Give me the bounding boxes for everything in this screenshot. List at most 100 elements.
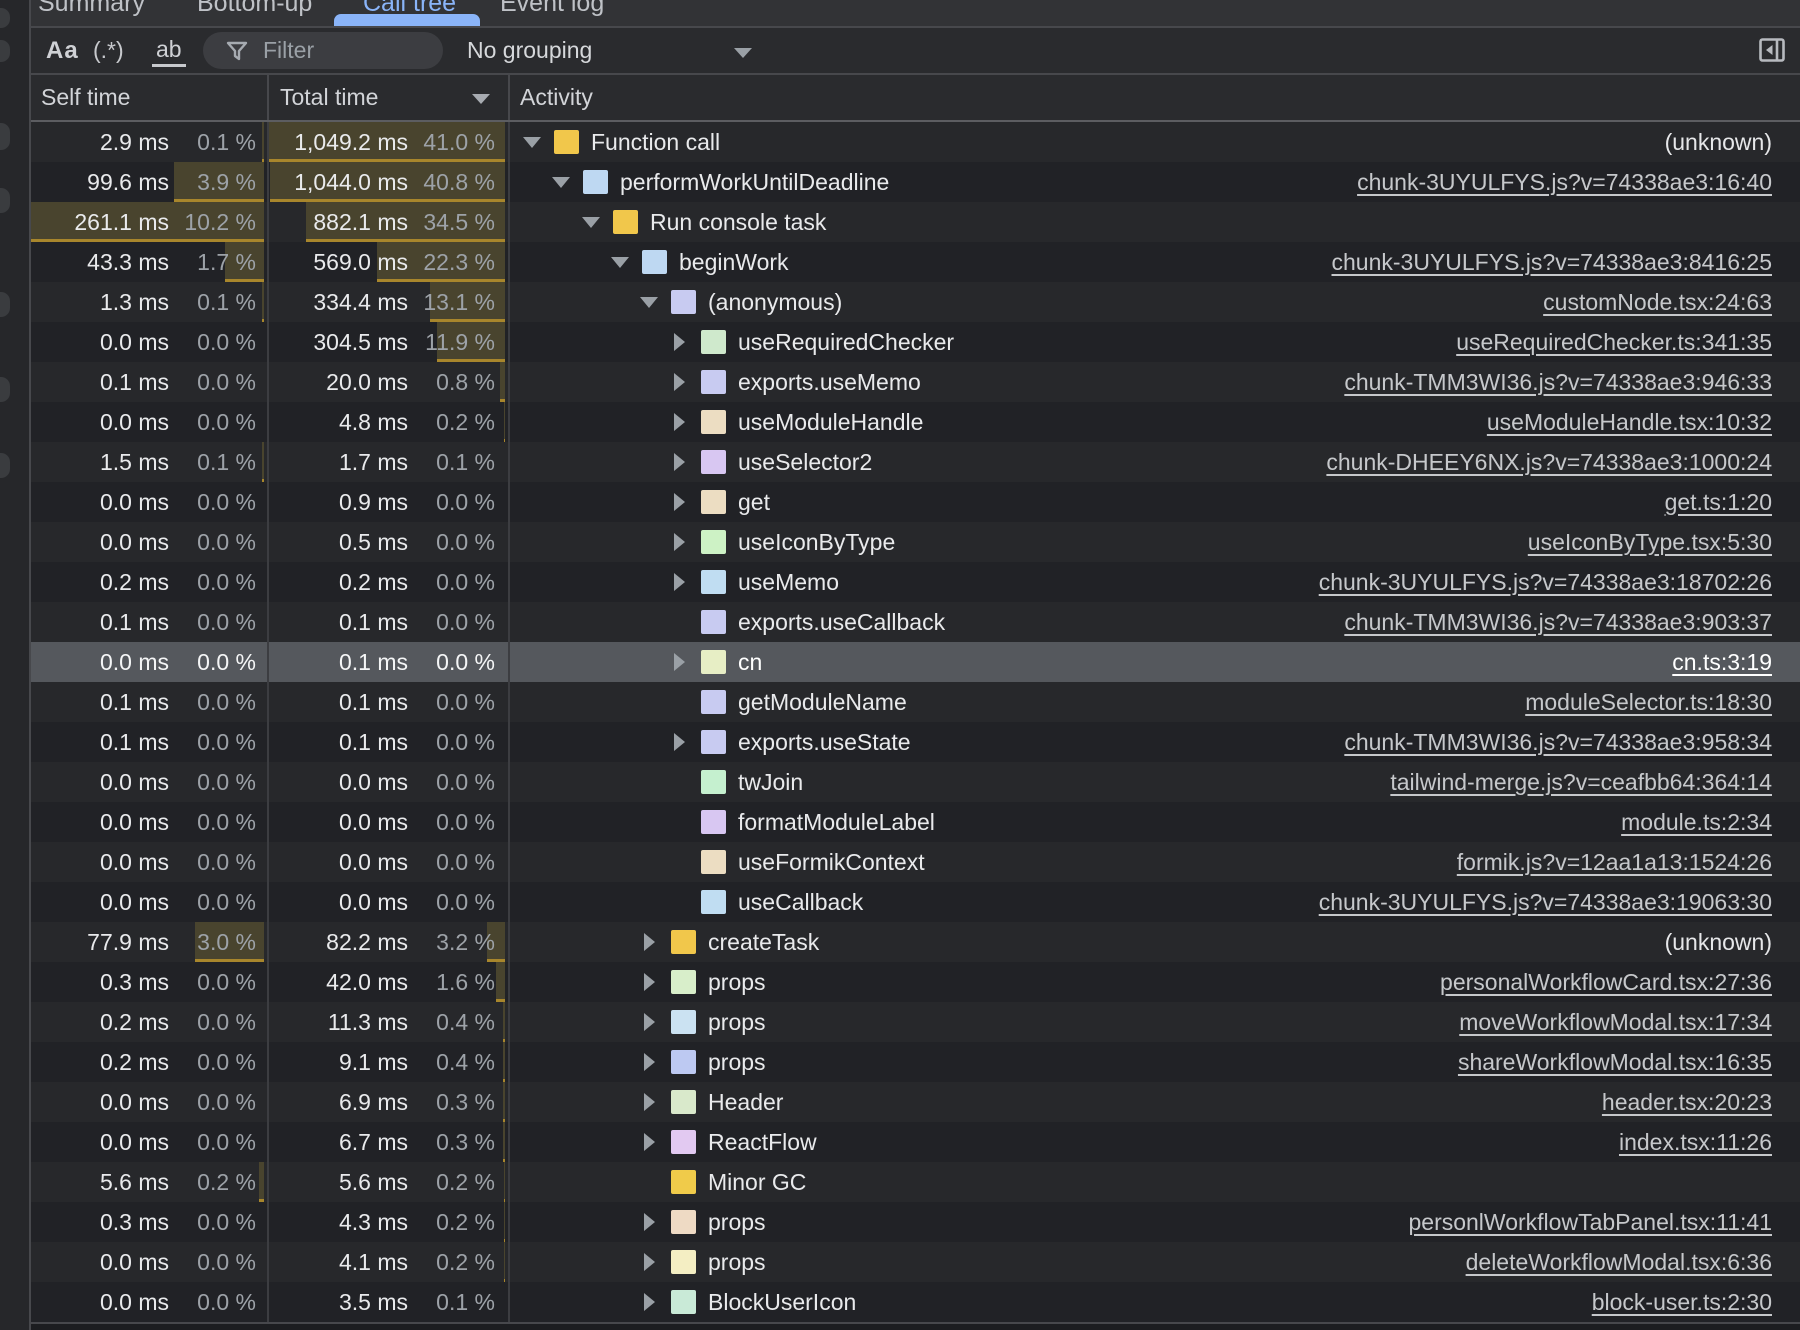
tree-row[interactable]: 0.3 ms0.0 %4.3 ms0.2 %propspersonlWorkfl… xyxy=(31,1202,1800,1242)
tree-row[interactable]: 1.3 ms0.1 %334.4 ms13.1 %(anonymous)cust… xyxy=(31,282,1800,322)
filter-input[interactable] xyxy=(261,36,425,65)
expand-closed-arrow-icon[interactable] xyxy=(640,1253,658,1271)
percent-value: 3.0 % xyxy=(169,929,256,956)
tree-row[interactable]: 0.2 ms0.0 %9.1 ms0.4 %propsshareWorkflow… xyxy=(31,1042,1800,1082)
expand-closed-arrow-icon[interactable] xyxy=(670,333,688,351)
source-location-link[interactable]: chunk-3UYULFYS.js?v=74338ae3:18702:26 xyxy=(1319,569,1800,596)
source-location-link[interactable]: chunk-3UYULFYS.js?v=74338ae3:8416:25 xyxy=(1332,249,1800,276)
tree-row[interactable]: 0.1 ms0.0 %0.1 ms0.0 %getModuleNamemodul… xyxy=(31,682,1800,722)
tree-row[interactable]: 0.0 ms0.0 %0.9 ms0.0 %getget.ts:1:20 xyxy=(31,482,1800,522)
tree-row[interactable]: 2.9 ms0.1 %1,049.2 ms41.0 %Function call… xyxy=(31,122,1800,162)
source-location-link[interactable]: customNode.tsx:24:63 xyxy=(1543,289,1800,316)
source-location-link[interactable]: cn.ts:3:19 xyxy=(1672,649,1800,676)
source-location-link[interactable]: get.ts:1:20 xyxy=(1665,489,1800,516)
expand-closed-arrow-icon[interactable] xyxy=(640,1013,658,1031)
tree-row[interactable]: 0.0 ms0.0 %6.9 ms0.3 %Headerheader.tsx:2… xyxy=(31,1082,1800,1122)
tree-row[interactable]: 77.9 ms3.0 %82.2 ms3.2 %createTask(unkno… xyxy=(31,922,1800,962)
tree-row[interactable]: 1.5 ms0.1 %1.7 ms0.1 %useSelector2chunk-… xyxy=(31,442,1800,482)
source-location-link[interactable]: moveWorkflowModal.tsx:17:34 xyxy=(1459,1009,1800,1036)
tab-summary[interactable]: Summary xyxy=(38,0,145,18)
source-location-link[interactable]: chunk-TMM3WI36.js?v=74338ae3:946:33 xyxy=(1344,369,1800,396)
regex-button[interactable]: (.*) xyxy=(93,28,124,73)
expand-closed-arrow-icon[interactable] xyxy=(670,413,688,431)
self-time-cell: 0.0 ms0.0 % xyxy=(31,522,269,562)
tab-bottom-up[interactable]: Bottom-up xyxy=(197,0,312,18)
expand-closed-arrow-icon[interactable] xyxy=(640,1053,658,1071)
category-swatch-icon xyxy=(642,250,667,274)
column-header-self-time[interactable]: Self time xyxy=(31,75,269,120)
expand-open-arrow-icon[interactable] xyxy=(552,173,570,191)
tree-row[interactable]: 0.0 ms0.0 %0.5 ms0.0 %useIconByTypeuseIc… xyxy=(31,522,1800,562)
tree-row[interactable]: 0.0 ms0.0 %6.7 ms0.3 %ReactFlowindex.tsx… xyxy=(31,1122,1800,1162)
tree-row[interactable]: 0.3 ms0.0 %42.0 ms1.6 %propspersonalWork… xyxy=(31,962,1800,1002)
expand-closed-arrow-icon[interactable] xyxy=(640,1213,658,1231)
expand-open-arrow-icon[interactable] xyxy=(640,293,658,311)
expand-closed-arrow-icon[interactable] xyxy=(640,1093,658,1111)
grouping-select[interactable]: No grouping xyxy=(467,28,592,73)
tree-row[interactable]: 0.0 ms0.0 %4.8 ms0.2 %useModuleHandleuse… xyxy=(31,402,1800,442)
expand-closed-arrow-icon[interactable] xyxy=(670,733,688,751)
tree-row[interactable]: 0.0 ms0.0 %0.0 ms0.0 %formatModuleLabelm… xyxy=(31,802,1800,842)
expand-closed-arrow-icon[interactable] xyxy=(640,973,658,991)
source-location-link[interactable]: chunk-DHEEY6NX.js?v=74338ae3:1000:24 xyxy=(1326,449,1800,476)
tree-row[interactable]: 0.0 ms0.0 %0.0 ms0.0 %useFormikContextfo… xyxy=(31,842,1800,882)
time-value: 5.6 ms xyxy=(339,1169,408,1196)
expand-closed-arrow-icon[interactable] xyxy=(670,493,688,511)
sidebar-toggle-icon[interactable] xyxy=(1758,36,1786,64)
expand-closed-arrow-icon[interactable] xyxy=(640,1133,658,1151)
source-location-link[interactable]: chunk-TMM3WI36.js?v=74338ae3:958:34 xyxy=(1344,729,1800,756)
match-case-button[interactable]: Aa xyxy=(46,28,79,73)
tree-row[interactable]: 0.0 ms0.0 %0.0 ms0.0 %useCallbackchunk-3… xyxy=(31,882,1800,922)
source-location-link[interactable]: deleteWorkflowModal.tsx:6:36 xyxy=(1466,1249,1800,1276)
tree-row[interactable]: 0.2 ms0.0 %11.3 ms0.4 %propsmoveWorkflow… xyxy=(31,1002,1800,1042)
percent-value: 0.8 % xyxy=(408,369,495,396)
source-location-link[interactable]: personlWorkflowTabPanel.tsx:11:41 xyxy=(1408,1209,1800,1236)
source-location-link[interactable]: useIconByType.tsx:5:30 xyxy=(1528,529,1800,556)
source-location-link[interactable]: module.ts:2:34 xyxy=(1621,809,1800,836)
tree-row[interactable]: 0.0 ms0.0 %3.5 ms0.1 %BlockUserIconblock… xyxy=(31,1282,1800,1322)
whole-word-button[interactable]: ab xyxy=(152,34,186,67)
expand-open-arrow-icon[interactable] xyxy=(523,133,541,151)
tree-row[interactable]: 261.1 ms10.2 %882.1 ms34.5 %Run console … xyxy=(31,202,1800,242)
expand-open-arrow-icon[interactable] xyxy=(611,253,629,271)
source-location-link[interactable]: block-user.ts:2:30 xyxy=(1592,1289,1800,1316)
expand-closed-arrow-icon[interactable] xyxy=(640,933,658,951)
expand-open-arrow-icon[interactable] xyxy=(582,213,600,231)
source-location-link[interactable]: tailwind-merge.js?v=ceafbb64:364:14 xyxy=(1390,769,1800,796)
tree-row[interactable]: 43.3 ms1.7 %569.0 ms22.3 %beginWorkchunk… xyxy=(31,242,1800,282)
tree-row[interactable]: 0.0 ms0.0 %0.1 ms0.0 %cncn.ts:3:19 xyxy=(31,642,1800,682)
column-header-activity[interactable]: Activity xyxy=(510,75,1800,120)
expand-closed-arrow-icon[interactable] xyxy=(670,653,688,671)
tree-row[interactable]: 99.6 ms3.9 %1,044.0 ms40.8 %performWorkU… xyxy=(31,162,1800,202)
source-location-link[interactable]: chunk-3UYULFYS.js?v=74338ae3:19063:30 xyxy=(1319,889,1800,916)
source-location-link[interactable]: shareWorkflowModal.tsx:16:35 xyxy=(1458,1049,1800,1076)
tab-event-log[interactable]: Event log xyxy=(500,0,604,18)
column-header-total-time[interactable]: Total time xyxy=(269,75,510,120)
expand-closed-arrow-icon[interactable] xyxy=(670,533,688,551)
percent-value: 41.0 % xyxy=(408,129,495,156)
expand-closed-arrow-icon[interactable] xyxy=(670,373,688,391)
source-location-link[interactable]: chunk-3UYULFYS.js?v=74338ae3:16:40 xyxy=(1357,169,1800,196)
expand-closed-arrow-icon[interactable] xyxy=(670,573,688,591)
expand-closed-arrow-icon[interactable] xyxy=(670,453,688,471)
grouping-dropdown-arrow-icon[interactable] xyxy=(734,48,752,58)
tree-row[interactable]: 0.1 ms0.0 %0.1 ms0.0 %exports.useStatech… xyxy=(31,722,1800,762)
total-time-cell: 0.0 ms0.0 % xyxy=(269,762,510,802)
source-location-link[interactable]: useModuleHandle.tsx:10:32 xyxy=(1487,409,1800,436)
tree-row[interactable]: 0.1 ms0.0 %0.1 ms0.0 %exports.useCallbac… xyxy=(31,602,1800,642)
source-location-link[interactable]: formik.js?v=12aa1a13:1524:26 xyxy=(1457,849,1800,876)
source-location-link[interactable]: moduleSelector.ts:18:30 xyxy=(1525,689,1800,716)
tree-row[interactable]: 5.6 ms0.2 %5.6 ms0.2 %Minor GC xyxy=(31,1162,1800,1202)
tree-row[interactable]: 0.0 ms0.0 %304.5 ms11.9 %useRequiredChec… xyxy=(31,322,1800,362)
source-location-link[interactable]: index.tsx:11:26 xyxy=(1619,1129,1800,1156)
tree-row[interactable]: 0.0 ms0.0 %4.1 ms0.2 %propsdeleteWorkflo… xyxy=(31,1242,1800,1282)
expand-closed-arrow-icon[interactable] xyxy=(640,1293,658,1311)
source-location-link[interactable]: header.tsx:20:23 xyxy=(1602,1089,1800,1116)
triangle-glyph xyxy=(644,1053,655,1071)
tree-row[interactable]: 0.0 ms0.0 %0.0 ms0.0 %twJointailwind-mer… xyxy=(31,762,1800,802)
source-location-link[interactable]: useRequiredChecker.ts:341:35 xyxy=(1456,329,1800,356)
source-location-link[interactable]: chunk-TMM3WI36.js?v=74338ae3:903:37 xyxy=(1344,609,1800,636)
tree-row[interactable]: 0.1 ms0.0 %20.0 ms0.8 %exports.useMemoch… xyxy=(31,362,1800,402)
tree-row[interactable]: 0.2 ms0.0 %0.2 ms0.0 %useMemochunk-3UYUL… xyxy=(31,562,1800,602)
source-location-link[interactable]: personalWorkflowCard.tsx:27:36 xyxy=(1440,969,1800,996)
